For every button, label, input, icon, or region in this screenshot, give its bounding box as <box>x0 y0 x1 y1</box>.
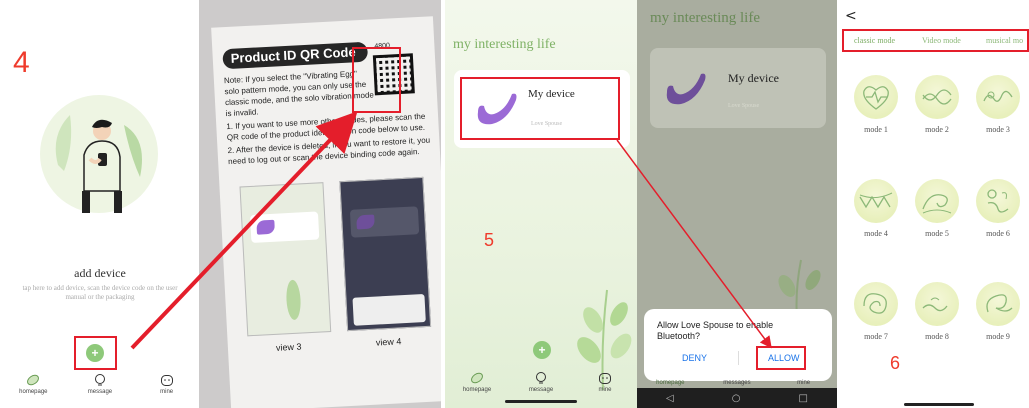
arrow-device-to-allow <box>616 139 772 349</box>
arrow-add-to-qr <box>130 111 358 350</box>
annotation-arrows <box>130 111 772 350</box>
